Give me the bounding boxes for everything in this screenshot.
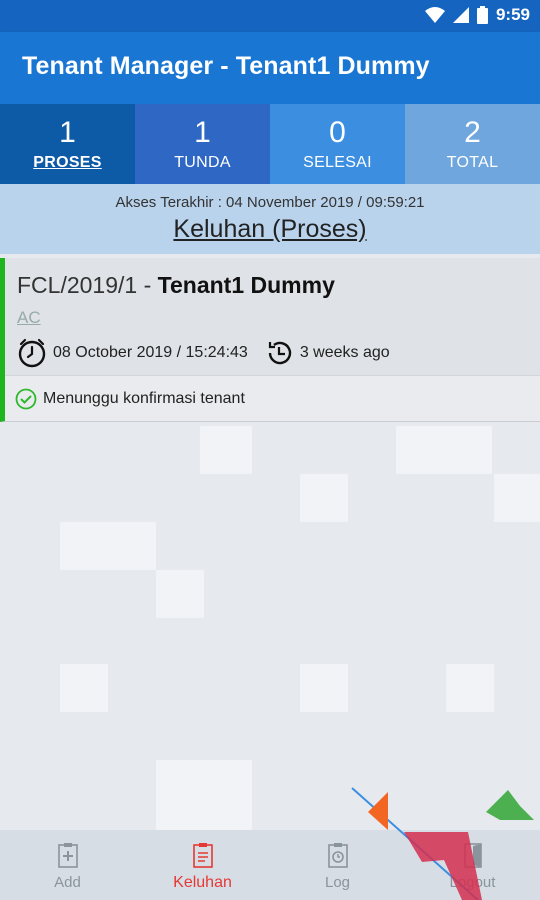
background-tile xyxy=(494,474,540,522)
app-title: Tenant Manager - Tenant1 Dummy xyxy=(22,52,430,80)
tab-label: SELESAI xyxy=(303,154,372,171)
clipboard-icon xyxy=(192,843,213,868)
background-tile xyxy=(300,474,348,522)
background-tile xyxy=(156,570,204,618)
last-access-text: Akses Terakhir : 04 November 2019 / 09:5… xyxy=(115,194,425,211)
complaint-status-text: Menunggu konfirmasi tenant xyxy=(43,389,245,407)
tab-count: 0 xyxy=(329,116,346,149)
tab-count: 2 xyxy=(464,116,481,149)
nav-keluhan[interactable]: Keluhan xyxy=(135,830,270,900)
tab-selesai[interactable]: 0 SELESAI xyxy=(270,104,405,184)
logout-door-icon xyxy=(463,843,482,868)
background-tile xyxy=(396,426,492,474)
clock-icon xyxy=(18,338,46,368)
nav-label: Add xyxy=(54,874,81,891)
nav-add[interactable]: Add xyxy=(0,830,135,900)
history-icon xyxy=(268,341,291,365)
nav-label: Log xyxy=(324,874,351,891)
app-bar: Tenant Manager - Tenant1 Dummy xyxy=(0,32,540,104)
nav-label: Logout xyxy=(449,874,496,891)
background-tile xyxy=(156,760,252,830)
background-tile xyxy=(60,664,108,712)
background-tile xyxy=(200,426,252,474)
tab-tunda[interactable]: 1 TUNDA xyxy=(135,104,270,184)
background-tile xyxy=(300,664,348,712)
complaint-datetime: 08 October 2019 / 15:24:43 xyxy=(53,344,248,361)
tab-label: TUNDA xyxy=(174,154,231,171)
info-header: Akses Terakhir : 04 November 2019 / 09:5… xyxy=(0,184,540,254)
section-heading: Keluhan (Proses) xyxy=(173,215,367,243)
background-tile xyxy=(446,664,494,712)
check-circle-icon xyxy=(15,388,37,409)
tab-total[interactable]: 2 TOTAL xyxy=(405,104,540,184)
add-note-icon xyxy=(57,843,78,868)
status-bar: 9:59 xyxy=(0,0,540,32)
tab-label: PROSES xyxy=(33,154,102,171)
wifi-icon xyxy=(424,7,445,23)
complaint-title: FCL/2019/1 - Tenant1 Dummy xyxy=(17,272,335,299)
complaint-tenant: Tenant1 Dummy xyxy=(157,272,335,298)
tab-count: 1 xyxy=(59,116,76,149)
signal-icon xyxy=(452,7,469,23)
complaint-status: Menunggu konfirmasi tenant xyxy=(5,375,540,421)
title-separator: - xyxy=(137,272,158,298)
tab-proses[interactable]: 1 PROSES xyxy=(0,104,135,184)
tab-count: 1 xyxy=(194,116,211,149)
log-clock-icon xyxy=(327,843,348,868)
complaint-age: 3 weeks ago xyxy=(264,338,390,368)
complaint-code: FCL/2019/1 xyxy=(17,272,138,298)
complaint-card[interactable]: FCL/2019/1 - Tenant1 Dummy AC 08 October… xyxy=(0,258,540,422)
bottom-nav: Add Keluhan Log Logout xyxy=(0,830,540,900)
background-tile xyxy=(60,522,156,570)
tab-label: TOTAL xyxy=(446,154,499,171)
status-time: 9:59 xyxy=(495,5,530,24)
complaint-category: AC xyxy=(17,308,41,327)
complaint-relative-time: 3 weeks ago xyxy=(299,344,390,361)
stats-tabs: 1 PROSES 1 TUNDA 0 SELESAI 2 TOTAL xyxy=(0,104,540,184)
nav-logout[interactable]: Logout xyxy=(405,830,540,900)
nav-log[interactable]: Log xyxy=(270,830,405,900)
battery-icon xyxy=(476,6,488,24)
status-icons: 9:59 xyxy=(424,5,530,25)
nav-label: Keluhan xyxy=(173,874,232,891)
complaint-meta: 08 October 2019 / 15:24:43 3 weeks ago xyxy=(17,338,390,368)
